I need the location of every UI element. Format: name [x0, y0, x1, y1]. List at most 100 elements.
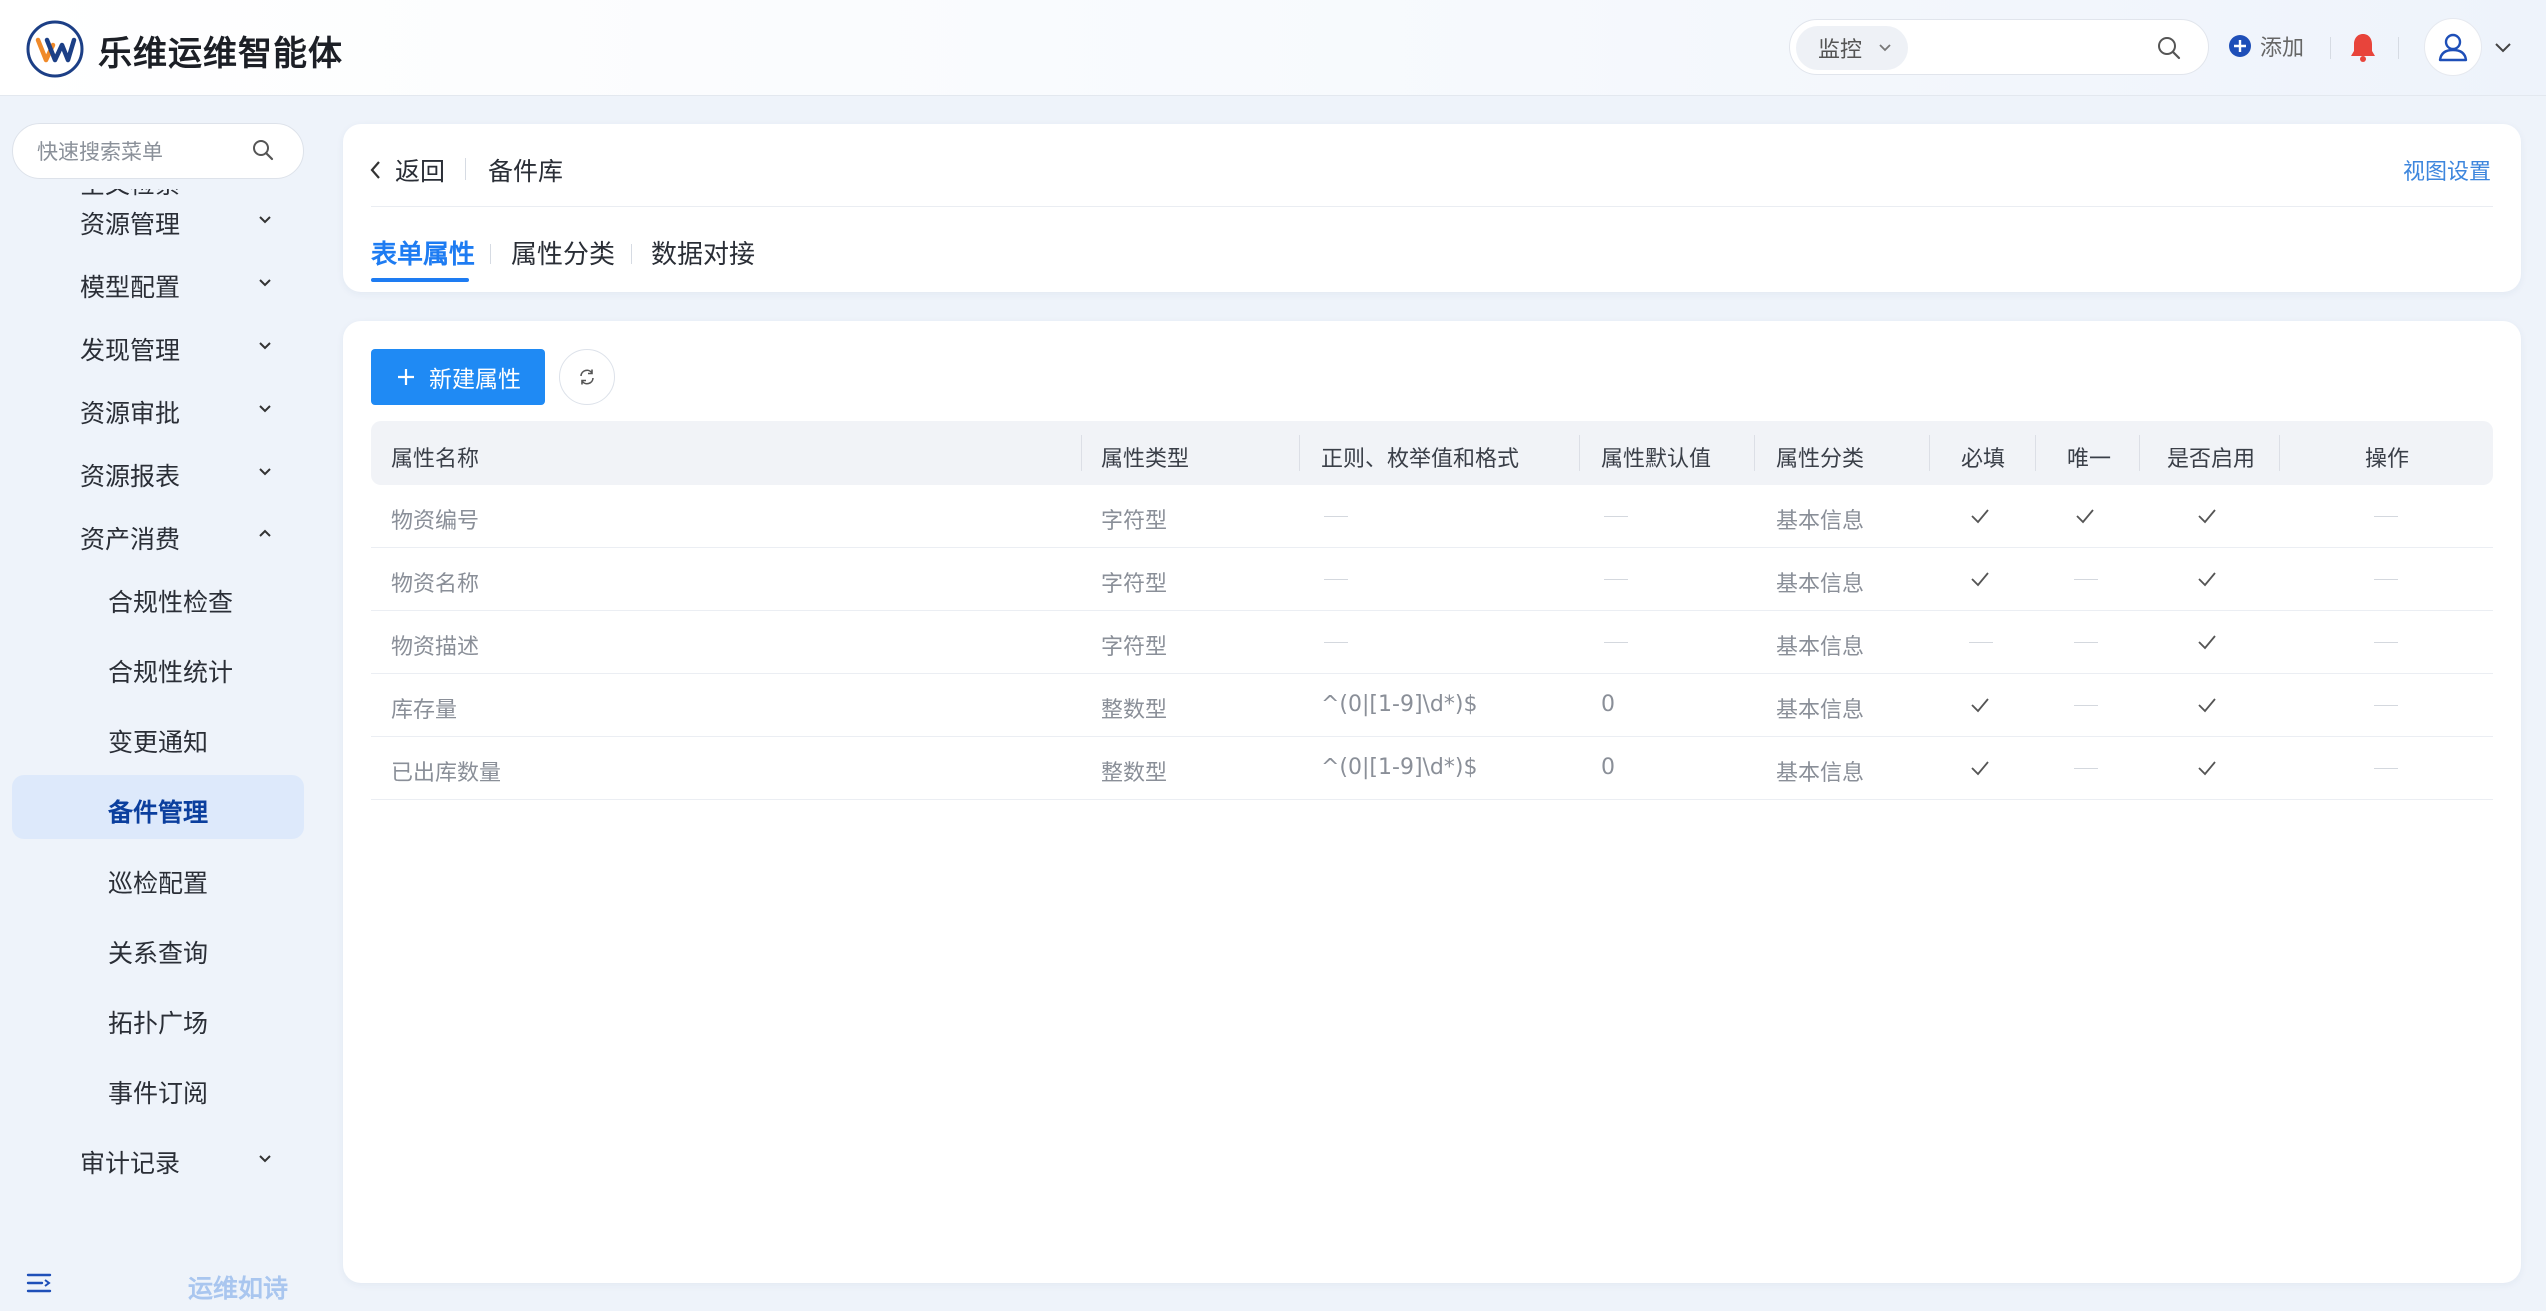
cell-attribute-type: 字符型 [1101, 572, 1168, 597]
menu-search-input[interactable]: 快速搜索菜单 [12, 123, 304, 179]
header-divider [2330, 37, 2331, 59]
cell-attribute-type: 字符型 [1101, 509, 1168, 534]
cell-attribute-name: 物资编号 [391, 509, 480, 534]
tab-attribute-category[interactable]: 属性分类 [511, 234, 615, 271]
breadcrumb-divider [465, 158, 466, 180]
chevron-up-icon [259, 529, 271, 537]
global-search[interactable]: 监控 [1789, 19, 2209, 75]
cell-actions-empty [2374, 642, 2398, 643]
search-icon[interactable] [2156, 35, 2182, 61]
table-row[interactable]: 物资描述 字符型 基本信息 [371, 611, 2493, 674]
sidebar-item-discovery[interactable]: 发现管理 [0, 315, 320, 375]
collapse-menu-icon[interactable] [26, 1271, 54, 1297]
check-icon [2198, 635, 2216, 650]
menu-search-placeholder: 快速搜索菜单 [37, 140, 163, 164]
tab-divider [490, 244, 491, 264]
new-attribute-button[interactable]: 新建属性 [371, 349, 545, 405]
cell-default-value: 0 [1601, 755, 1615, 780]
cell-attribute-type: 整数型 [1101, 761, 1168, 786]
search-icon[interactable] [251, 138, 275, 162]
chevron-down-icon [259, 279, 271, 287]
cell-unique-empty [2074, 642, 2098, 643]
table-row[interactable]: 物资名称 字符型 基本信息 [371, 548, 2493, 611]
cell-regex-empty [1324, 642, 1348, 643]
app-logo-icon[interactable] [26, 20, 84, 78]
cell-regex: ^(0|[1-9]\d*)$ [1321, 692, 1478, 717]
sidebar-item-label: 资源审批 [80, 399, 181, 428]
cell-actions-empty [2374, 768, 2398, 769]
chevron-down-icon [259, 216, 271, 224]
chevron-down-icon[interactable] [2492, 36, 2514, 58]
sidebar-subitem-event-subscription[interactable]: 事件订阅 [0, 1058, 320, 1118]
column-header: 正则、枚举值和格式 [1321, 447, 1520, 472]
check-icon [2198, 761, 2216, 776]
chevron-left-icon [370, 161, 380, 179]
sidebar-subitem-relation-query[interactable]: 关系查询 [0, 918, 320, 978]
new-attribute-label: 新建属性 [429, 367, 521, 393]
column-divider [1754, 435, 1755, 471]
chevron-down-icon [259, 405, 271, 413]
column-header: 必填 [1961, 447, 2006, 472]
check-icon [1971, 761, 1989, 776]
column-divider [2139, 435, 2140, 471]
sidebar-subitem-inspection-config[interactable]: 巡检配置 [0, 848, 320, 908]
cell-actions-empty [2374, 705, 2398, 706]
cell-category: 基本信息 [1776, 761, 1865, 786]
cell-category: 基本信息 [1776, 635, 1865, 660]
cell-default-empty [1604, 516, 1628, 517]
tab-data-integration[interactable]: 数据对接 [651, 234, 755, 271]
search-scope-select[interactable]: 监控 [1796, 26, 1908, 70]
sidebar-subitem-topology-plaza[interactable]: 拓扑广场 [0, 988, 320, 1048]
sidebar-subitem-change-notify[interactable]: 变更通知 [0, 707, 320, 767]
sidebar: 快速搜索菜单 全文检索 资源管理 模型配置 发现管理 资源审批 资源报表 [0, 97, 320, 1311]
sidebar-subitem-compliance-check[interactable]: 合规性检查 [0, 567, 320, 627]
sidebar-subitem-spare-parts[interactable]: 备件管理 [12, 775, 304, 839]
column-divider [2279, 435, 2280, 471]
sidebar-item-resource-management[interactable]: 资源管理 [0, 189, 320, 249]
sidebar-item-label: 事件订阅 [108, 1079, 209, 1108]
check-icon [1971, 572, 1989, 587]
check-icon [1971, 509, 1989, 524]
sidebar-item-label: 备件管理 [108, 798, 209, 827]
search-scope-label: 监控 [1818, 38, 1863, 63]
sidebar-item-model-config[interactable]: 模型配置 [0, 252, 320, 312]
check-icon [2076, 509, 2094, 524]
table-row[interactable]: 库存量 整数型 ^(0|[1-9]\d*)$ 0 基本信息 [371, 674, 2493, 737]
column-divider [1299, 435, 1300, 471]
sidebar-item-audit-log[interactable]: 审计记录 [0, 1128, 320, 1188]
plus-circle-icon [2229, 35, 2251, 57]
sidebar-item-label: 资产消费 [80, 525, 181, 554]
cell-unique-empty [2074, 768, 2098, 769]
cell-category: 基本信息 [1776, 572, 1865, 597]
cell-attribute-type: 整数型 [1101, 698, 1168, 723]
table-row[interactable]: 物资编号 字符型 基本信息 [371, 485, 2493, 548]
sidebar-item-label: 关系查询 [108, 939, 209, 968]
sidebar-item-resource-report[interactable]: 资源报表 [0, 441, 320, 501]
sidebar-subitem-compliance-stats[interactable]: 合规性统计 [0, 637, 320, 697]
column-header: 是否启用 [2167, 447, 2256, 472]
cell-default-empty [1604, 642, 1628, 643]
view-settings-link[interactable]: 视图设置 [2403, 154, 2491, 186]
column-header: 属性分类 [1776, 447, 1865, 472]
user-icon [2438, 33, 2468, 62]
column-header: 操作 [2365, 447, 2410, 472]
sidebar-item-asset-consumption[interactable]: 资产消费 [0, 504, 320, 564]
sidebar-item-label: 审计记录 [80, 1149, 181, 1178]
cell-regex-empty [1324, 579, 1348, 580]
user-avatar[interactable] [2424, 18, 2482, 76]
table-row[interactable]: 已出库数量 整数型 ^(0|[1-9]\d*)$ 0 基本信息 [371, 737, 2493, 800]
cell-attribute-name: 库存量 [391, 698, 458, 723]
sidebar-item-resource-approval[interactable]: 资源审批 [0, 378, 320, 438]
back-button[interactable]: 返回 [367, 152, 445, 188]
column-divider [1081, 435, 1082, 471]
refresh-button[interactable] [559, 349, 615, 405]
back-label: 返回 [395, 157, 446, 186]
cell-regex-empty [1324, 516, 1348, 517]
tab-form-attributes[interactable]: 表单属性 [371, 234, 475, 271]
cell-unique-empty [2074, 705, 2098, 706]
check-icon [2198, 698, 2216, 713]
add-button[interactable]: 添加 [2228, 30, 2304, 62]
cell-regex: ^(0|[1-9]\d*)$ [1321, 755, 1478, 780]
notification-bell-icon[interactable] [2349, 31, 2377, 63]
table-header: 属性名称 属性类型 正则、枚举值和格式 属性默认值 属性分类 必填 唯一 是否启… [371, 421, 2493, 485]
